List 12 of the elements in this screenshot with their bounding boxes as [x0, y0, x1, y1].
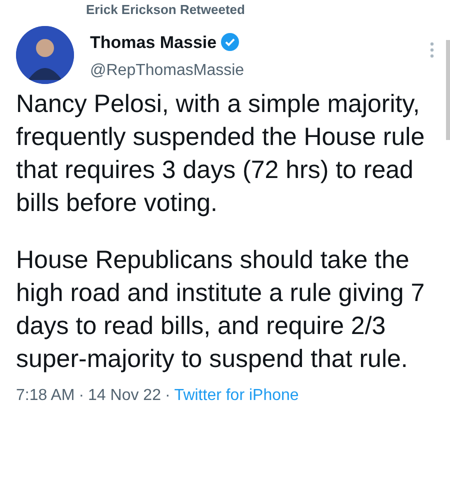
- tweet-time: 7:18 AM: [16, 386, 75, 406]
- separator-dot: ·: [78, 386, 84, 406]
- author-name[interactable]: Thomas Massie: [90, 30, 217, 56]
- more-options-icon[interactable]: [430, 42, 434, 58]
- tweet-text: Nancy Pelosi, with a simple majority, frequently suspended the House rule that requires 3 days (72 hrs) to read bills before voting.: [16, 88, 426, 219]
- tweet-date: 14 Nov 22: [88, 386, 161, 406]
- retweet-label: Erick Erickson Retweeted: [85, 1, 246, 18]
- scrollbar[interactable]: [446, 40, 450, 140]
- author-handle[interactable]: @RepThomasMassie: [90, 59, 414, 84]
- avatar[interactable]: [16, 26, 74, 84]
- separator-dot: ·: [164, 386, 170, 406]
- tweet-text: House Republicans should take the high road and institute a rule giving 7 days to read bills, and require 2/3 super-majority to suspend that rule.: [16, 244, 426, 375]
